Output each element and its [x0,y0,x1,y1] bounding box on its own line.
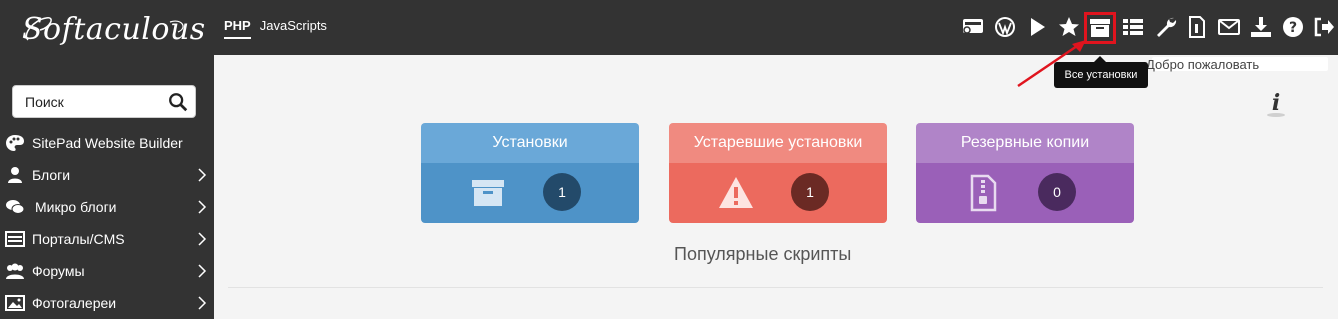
chat-icon [5,198,25,216]
search-input[interactable] [13,86,163,117]
portal-icon [5,230,25,248]
softaculous-logo[interactable]: Softaculous [20,10,205,50]
sidebar-item-blogs[interactable]: Блоги [0,159,214,191]
sidebar-item-portals[interactable]: Порталы/CMS [0,223,214,255]
sidebar-item-microblogs[interactable]: Микро блоги [0,191,214,223]
logo-text: Softaculous [22,12,206,47]
installations-card[interactable]: Установки 1 [421,123,639,223]
outdated-count: 1 [791,173,829,211]
installations-count: 1 [543,173,581,211]
card-body: 1 [669,163,887,223]
document-icon[interactable] [1185,15,1209,39]
sidebar-item-sitepad[interactable]: SitePad Website Builder [0,127,214,159]
sidebar: SitePad Website Builder Блоги Микро блог… [0,55,214,319]
language-tabs: PHP JavaScripts [224,18,327,39]
info-icon[interactable]: i [1264,88,1288,118]
help-icon[interactable]: ? [1281,15,1305,39]
card-body: 0 [916,163,1134,223]
top-bar: Softaculous PHP JavaScripts ? [0,0,1338,55]
sidebar-item-forums[interactable]: Форумы [0,255,214,287]
sidebar-item-label: SitePad Website Builder [32,135,183,151]
warning-icon [719,177,753,208]
logout-icon[interactable] [1312,15,1336,39]
svg-text:i: i [1272,90,1280,116]
backups-card[interactable]: Резервные копии 0 [916,123,1134,223]
tab-javascripts[interactable]: JavaScripts [260,18,327,39]
search-box [12,85,196,118]
wordpress-icon[interactable] [993,15,1017,39]
list-icon[interactable] [1121,15,1145,39]
card-body: 1 [421,163,639,223]
chevron-right-icon [198,168,207,182]
users-icon [5,262,25,280]
divider [228,287,1323,288]
cpanel-icon[interactable] [961,15,985,39]
chevron-right-icon [198,296,207,310]
tooltip: Все установки [1054,56,1148,88]
zip-file-icon [970,174,997,212]
sidebar-item-label: Микро блоги [35,199,117,215]
chevron-right-icon [198,200,207,214]
tab-php[interactable]: PHP [224,18,251,39]
sidebar-item-label: Форумы [32,263,85,279]
wrench-icon[interactable] [1154,15,1178,39]
card-title: Резервные копии [916,123,1134,163]
sidebar-item-galleries[interactable]: Фотогалереи [0,287,214,319]
chevron-right-icon [198,232,207,246]
sidebar-item-label: Порталы/CMS [32,231,125,247]
svg-text:?: ? [1289,20,1297,36]
download-icon[interactable] [1249,15,1273,39]
popular-scripts-heading: Популярные скрипты [674,244,852,264]
image-icon [5,294,25,312]
welcome-text: Добро пожаловать [1146,57,1260,72]
sidebar-nav: SitePad Website Builder Блоги Микро блог… [0,127,214,319]
sidebar-item-label: Блоги [32,167,71,183]
card-title: Устаревшие установки [669,123,887,163]
backups-count: 0 [1038,173,1076,211]
search-icon[interactable] [167,91,189,113]
archive-box-icon [472,180,504,206]
envelope-icon[interactable] [1217,15,1241,39]
outdated-installations-card[interactable]: Устаревшие установки 1 [669,123,887,223]
card-title: Установки [421,123,639,163]
chevron-right-icon [198,264,207,278]
user-icon [5,166,25,184]
sidebar-item-label: Фотогалереи [32,295,117,311]
palette-icon [5,134,25,152]
